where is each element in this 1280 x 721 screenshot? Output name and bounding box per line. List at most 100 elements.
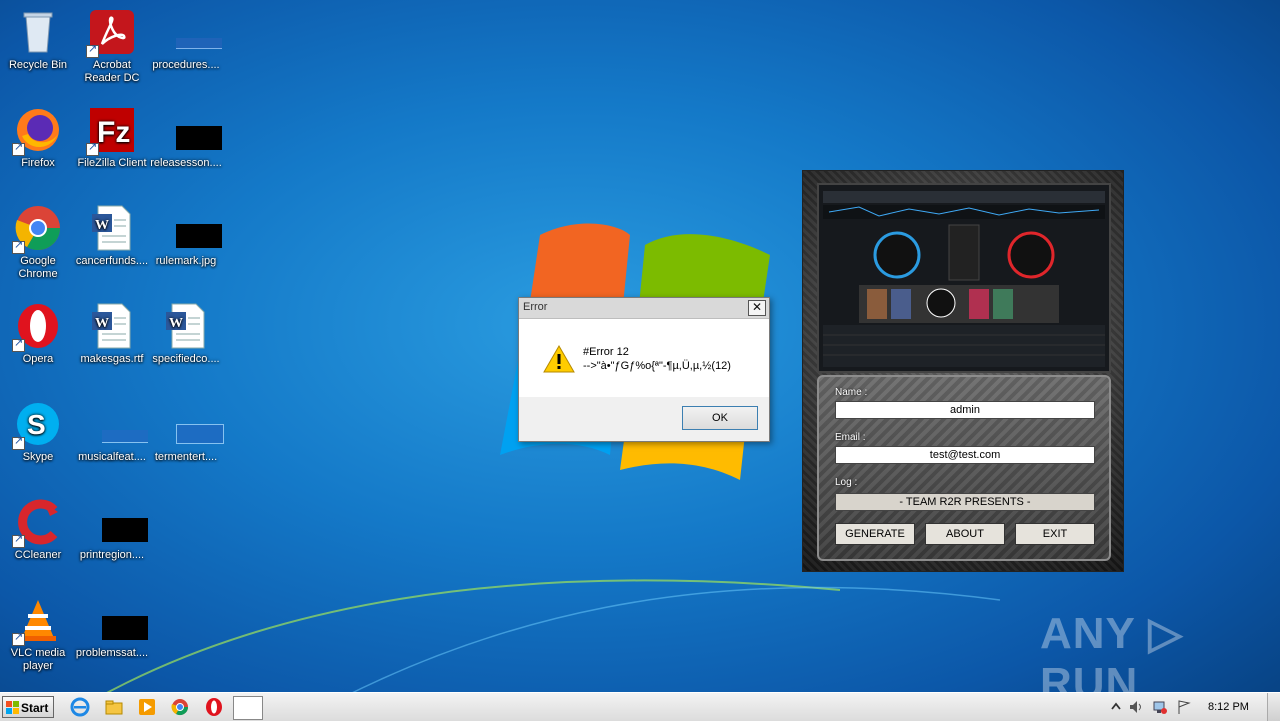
clock[interactable]: 8:12 PM: [1208, 701, 1249, 713]
shortcut-arrow-icon: [12, 435, 25, 450]
error-dialog: Error ✕ #Error 12 -->"à•"ƒGƒ%o{ª"-¶µ,Ü,µ…: [518, 297, 770, 442]
file-icon: [176, 126, 222, 150]
svg-text:W: W: [169, 316, 183, 331]
keygen-form: Name : admin Email : test@test.com Log :…: [817, 375, 1111, 561]
shortcut-arrow-icon: [86, 141, 99, 156]
explorer-icon[interactable]: [104, 697, 124, 717]
desktop-icon-chrome[interactable]: Google Chrome: [0, 204, 76, 281]
svg-text:W: W: [95, 218, 109, 233]
keygen-window: Name : admin Email : test@test.com Log :…: [802, 170, 1124, 572]
show-desktop-button[interactable]: [1267, 693, 1280, 721]
desktop-icon-procedures[interactable]: procedures....: [148, 8, 224, 72]
icon-label: Recycle Bin: [8, 59, 68, 71]
windows-flag-icon: [6, 701, 19, 714]
dialog-body: #Error 12 -->"à•"ƒGƒ%o{ª"-¶µ,Ü,µ,½(12): [519, 319, 769, 397]
opera-icon[interactable]: [204, 697, 224, 717]
close-button[interactable]: ✕: [748, 300, 766, 316]
shortcut-arrow-icon: [12, 631, 25, 646]
log-label: Log :: [835, 477, 858, 488]
icon-label: Acrobat Reader DC: [84, 59, 140, 84]
svg-text:S: S: [27, 409, 46, 440]
chrome-icon[interactable]: [170, 697, 190, 717]
icon-label: releasesson....: [150, 157, 222, 169]
desktop-icon-skype[interactable]: S Skype: [0, 400, 76, 464]
file-icon: [176, 424, 224, 444]
recycle-bin-icon: [23, 12, 53, 53]
desktop-icon-cancerfunds[interactable]: W cancerfunds....: [74, 204, 150, 268]
icon-label: Opera: [22, 353, 54, 365]
desktop-icon-ccleaner[interactable]: CCleaner: [0, 498, 76, 562]
taskbar: Start 8:12 PM: [0, 692, 1280, 721]
word-doc-icon: W: [92, 303, 131, 349]
file-icon: [176, 38, 222, 49]
desktop-icon-makesgas[interactable]: W makesgas.rtf: [74, 302, 150, 366]
icon-label: problemssat....: [75, 647, 149, 659]
exit-button[interactable]: EXIT: [1015, 523, 1095, 545]
icon-label: specifiedco....: [152, 353, 220, 365]
icon-label: printregion....: [79, 549, 145, 561]
dialog-titlebar[interactable]: Error ✕: [519, 298, 769, 319]
action-center-flag-icon[interactable]: [1176, 699, 1192, 715]
about-button[interactable]: ABOUT: [925, 523, 1005, 545]
email-input[interactable]: test@test.com: [835, 446, 1095, 464]
log-output: - TEAM R2R PRESENTS -: [835, 493, 1095, 511]
icon-label: termentert....: [154, 451, 218, 463]
media-player-icon[interactable]: [137, 697, 157, 717]
shortcut-arrow-icon: [12, 337, 25, 352]
icon-label: VLC media player: [10, 647, 66, 672]
desktop-icon-specifiedco[interactable]: W specifiedco....: [148, 302, 224, 366]
svg-text:W: W: [95, 316, 109, 331]
desktop-icon-problemssat[interactable]: problemssat....: [74, 596, 150, 660]
word-doc-icon: W: [166, 303, 205, 349]
icon-label: musicalfeat....: [78, 451, 146, 463]
icon-label: makesgas.rtf: [80, 353, 144, 365]
desktop-icon-musicalfeat[interactable]: musicalfeat....: [74, 400, 150, 464]
icon-label: cancerfunds....: [75, 255, 149, 267]
desktop-icon-vlc[interactable]: VLC media player: [0, 596, 76, 673]
file-icon: [102, 616, 148, 640]
dialog-title: Error: [523, 301, 548, 313]
error-code: #Error 12: [583, 346, 629, 358]
shortcut-arrow-icon: [86, 43, 99, 58]
desktop-icon-acrobat[interactable]: Acrobat Reader DC: [74, 8, 150, 85]
generate-button[interactable]: GENERATE: [835, 523, 915, 545]
dj-software-preview: [819, 185, 1109, 371]
name-label: Name :: [835, 387, 868, 398]
file-icon: [102, 430, 148, 443]
icon-label: Firefox: [21, 157, 55, 169]
desktop-icon-recycle-bin[interactable]: Recycle Bin: [0, 8, 76, 72]
warning-icon: [543, 345, 575, 373]
start-label: Start: [21, 701, 49, 715]
desktop-icon-firefox[interactable]: Firefox: [0, 106, 76, 170]
taskbar-active-window[interactable]: [233, 696, 263, 720]
name-input[interactable]: admin: [835, 401, 1095, 419]
svg-text:Fz: Fz: [97, 116, 130, 149]
start-button[interactable]: Start: [2, 696, 54, 718]
image-file-icon: [176, 224, 222, 248]
icon-label: CCleaner: [14, 549, 62, 561]
network-icon[interactable]: [1152, 699, 1168, 715]
shortcut-arrow-icon: [12, 239, 25, 254]
desktop-icon-rulemark[interactable]: rulemark.jpg: [148, 204, 224, 268]
desktop-icon-filezilla[interactable]: Fz FileZilla Client: [74, 106, 150, 170]
show-hidden-icons-icon[interactable]: [1108, 699, 1124, 715]
desktop-icon-releasesson[interactable]: releasesson....: [148, 106, 224, 170]
icon-label: Skype: [22, 451, 54, 463]
error-message: -->"à•"ƒGƒ%o{ª"-¶µ,Ü,µ,½(12): [583, 360, 731, 372]
desktop-icon-opera[interactable]: Opera: [0, 302, 76, 366]
desktop-icon-termentert[interactable]: termentert....: [148, 400, 224, 464]
email-label: Email :: [835, 432, 866, 443]
icon-label: Google Chrome: [18, 255, 58, 280]
banner-screenshot: [817, 183, 1111, 373]
file-icon: [102, 518, 148, 542]
word-doc-icon: W: [92, 205, 131, 251]
icon-label: FileZilla Client: [77, 157, 147, 169]
volume-icon[interactable]: [1128, 699, 1144, 715]
icon-label: rulemark.jpg: [155, 255, 217, 267]
shortcut-arrow-icon: [12, 141, 25, 156]
desktop-icon-printregion[interactable]: printregion....: [74, 498, 150, 562]
icon-label: procedures....: [152, 59, 220, 71]
ie-icon[interactable]: [70, 697, 90, 717]
ok-button[interactable]: OK: [682, 406, 758, 430]
shortcut-arrow-icon: [12, 533, 25, 548]
